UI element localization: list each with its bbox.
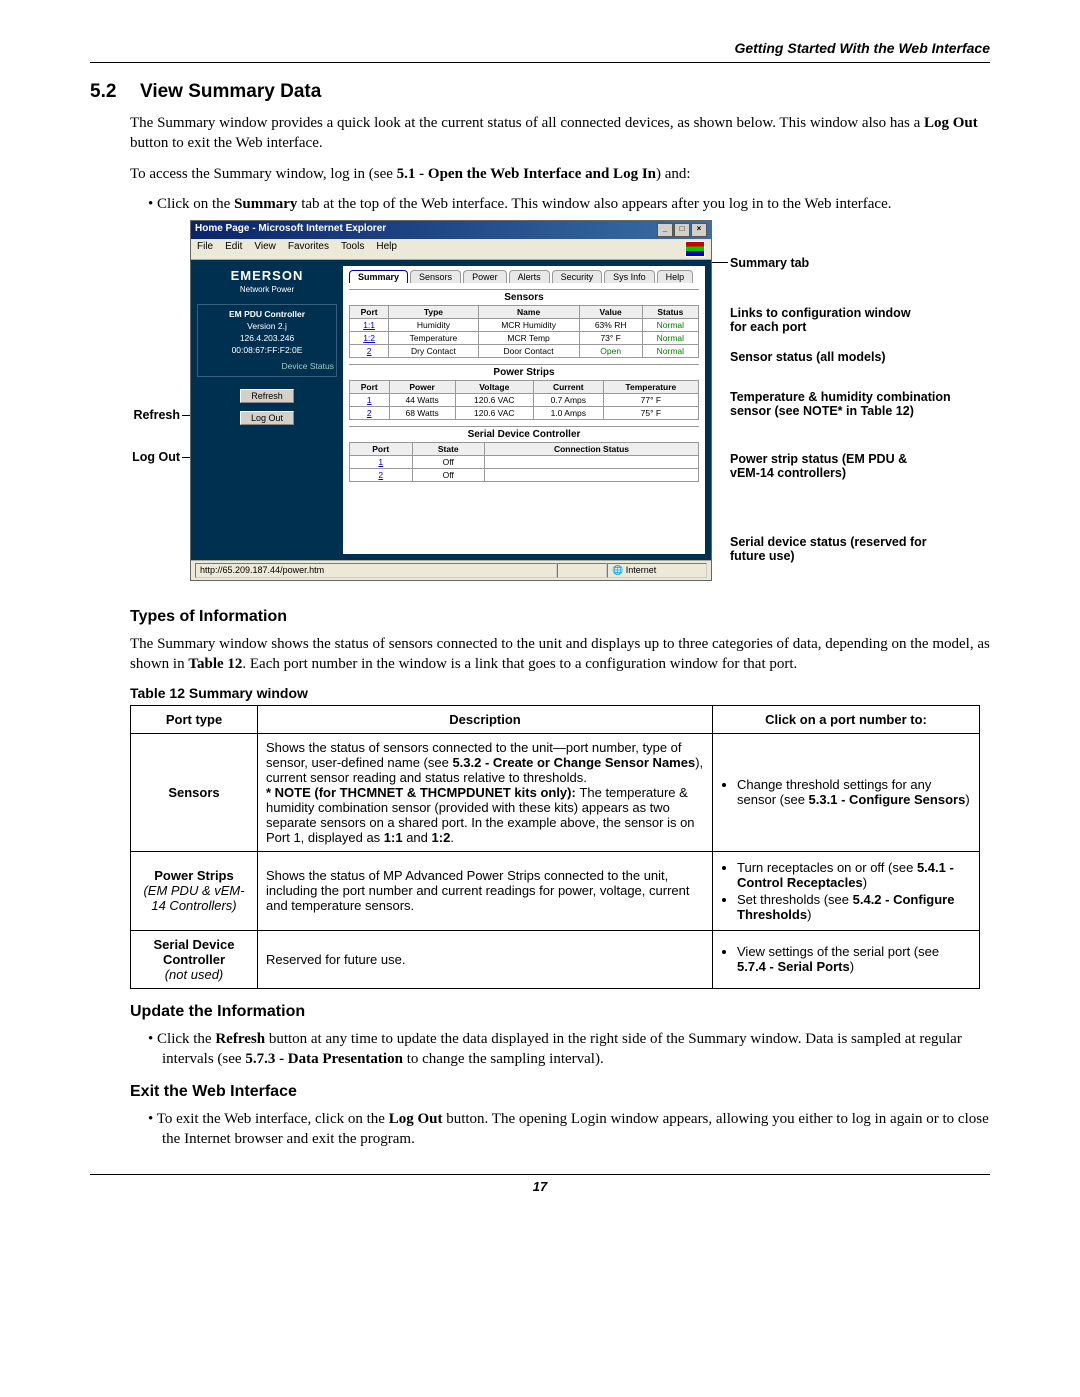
tab-alerts[interactable]: Alerts <box>509 270 550 283</box>
screenshot-figure: Home Page - Microsoft Internet Explorer … <box>190 220 712 581</box>
exit-bullet: To exit the Web interface, click on the … <box>162 1109 990 1150</box>
table-row: Power Strips(EM PDU & vEM-14 Controllers… <box>131 851 980 930</box>
window-title: Home Page - Microsoft Internet Explorer <box>195 223 386 237</box>
table-row: Serial Device Controller(not used) Reser… <box>131 930 980 988</box>
tab-bar: Summary Sensors Power Alerts Security Sy… <box>349 270 699 283</box>
serial-table: PortStateConnection Status 1Off 2Off <box>349 442 699 482</box>
page-header: Getting Started With the Web Interface <box>90 40 990 63</box>
window-titlebar: Home Page - Microsoft Internet Explorer … <box>191 221 711 239</box>
section-number: 5.2 <box>90 81 140 103</box>
status-zone: 🌐 Internet <box>607 563 707 578</box>
callout-logout: Log Out <box>120 450 180 464</box>
power-port-link[interactable]: 2 <box>350 407 390 420</box>
power-table: PortPowerVoltageCurrentTemperature 144 W… <box>349 380 699 420</box>
window-buttons[interactable]: _□× <box>656 223 707 237</box>
sensor-port-link[interactable]: 2 <box>350 345 389 358</box>
power-port-link[interactable]: 1 <box>350 394 390 407</box>
power-section-title: Power Strips <box>349 364 699 378</box>
status-url: http://65.209.187.44/power.htm <box>195 563 557 578</box>
callout-summary-tab: Summary tab <box>730 256 809 270</box>
menu-help[interactable]: Help <box>376 241 397 257</box>
windows-flag-icon <box>685 241 705 257</box>
refresh-button[interactable]: Refresh <box>240 389 294 403</box>
menu-edit[interactable]: Edit <box>225 241 242 257</box>
emerson-logo: EMERSON <box>197 268 337 283</box>
status-bar: http://65.209.187.44/power.htm 🌐 Interne… <box>191 560 711 580</box>
th-click-port: Click on a port number to: <box>713 705 980 733</box>
update-heading: Update the Information <box>130 1003 990 1021</box>
serial-port-link[interactable]: 2 <box>350 469 413 482</box>
table-caption: Table 12 Summary window <box>130 685 990 701</box>
emerson-logo-sub: Network Power <box>197 285 337 294</box>
sensor-port-link[interactable]: 1:1 <box>350 319 389 332</box>
tab-security[interactable]: Security <box>552 270 603 283</box>
callout-refresh: Refresh <box>120 408 180 422</box>
update-bullet: Click the Refresh button at any time to … <box>162 1029 990 1070</box>
tab-power[interactable]: Power <box>463 270 507 283</box>
close-icon: × <box>691 223 707 237</box>
content-frame: EMERSON Network Power EM PDU Controller … <box>191 260 711 560</box>
minimize-icon: _ <box>657 223 673 237</box>
page-number: 17 <box>90 1174 990 1194</box>
intro-paragraph-2: To access the Summary window, log in (se… <box>130 164 990 184</box>
th-description: Description <box>258 705 713 733</box>
callout-sensor-status: Sensor status (all models) <box>730 350 930 364</box>
sidebar: EMERSON Network Power EM PDU Controller … <box>191 260 343 560</box>
section-title: 5.2View Summary Data <box>90 81 990 103</box>
tab-help[interactable]: Help <box>657 270 694 283</box>
types-paragraph: The Summary window shows the status of s… <box>130 634 990 675</box>
serial-port-link[interactable]: 1 <box>350 456 413 469</box>
menu-bar[interactable]: File Edit View Favorites Tools Help <box>191 239 711 260</box>
sensor-port-link[interactable]: 1:2 <box>350 332 389 345</box>
maximize-icon: □ <box>674 223 690 237</box>
controller-info-box: EM PDU Controller Version 2.j 126.4.203.… <box>197 304 337 377</box>
callout-temp-humidity: Temperature & humidity combination senso… <box>730 390 960 419</box>
table-row: Sensors Shows the status of sensors conn… <box>131 733 980 851</box>
tab-sensors[interactable]: Sensors <box>410 270 461 283</box>
tab-sysinfo[interactable]: Sys Info <box>604 270 655 283</box>
section-title-text: View Summary Data <box>140 81 321 102</box>
menu-file[interactable]: File <box>197 241 213 257</box>
tab-summary[interactable]: Summary <box>349 270 408 283</box>
exit-heading: Exit the Web Interface <box>130 1083 990 1101</box>
serial-section-title: Serial Device Controller <box>349 426 699 440</box>
types-heading: Types of Information <box>130 608 990 626</box>
menu-tools[interactable]: Tools <box>341 241 364 257</box>
logout-button[interactable]: Log Out <box>240 411 294 425</box>
figure-wrapper: Refresh Log Out Summary tab Links to con… <box>130 220 990 590</box>
callout-power-strip: Power strip status (EM PDU & vEM-14 cont… <box>730 452 930 481</box>
intro-paragraph-1: The Summary window provides a quick look… <box>130 113 990 154</box>
bullet-summary-tab: Click on the Summary tab at the top of t… <box>162 194 990 214</box>
menu-favorites[interactable]: Favorites <box>288 241 329 257</box>
callout-serial: Serial device status (reserved for futur… <box>730 535 950 564</box>
menu-view[interactable]: View <box>254 241 276 257</box>
summary-window-table: Port type Description Click on a port nu… <box>130 705 980 989</box>
sensors-section-title: Sensors <box>349 289 699 303</box>
main-area: Summary Sensors Power Alerts Security Sy… <box>343 266 705 554</box>
sensors-table: PortTypeNameValueStatus 1:1HumidityMCR H… <box>349 305 699 358</box>
th-port-type: Port type <box>131 705 258 733</box>
callout-links: Links to configuration window for each p… <box>730 306 930 335</box>
